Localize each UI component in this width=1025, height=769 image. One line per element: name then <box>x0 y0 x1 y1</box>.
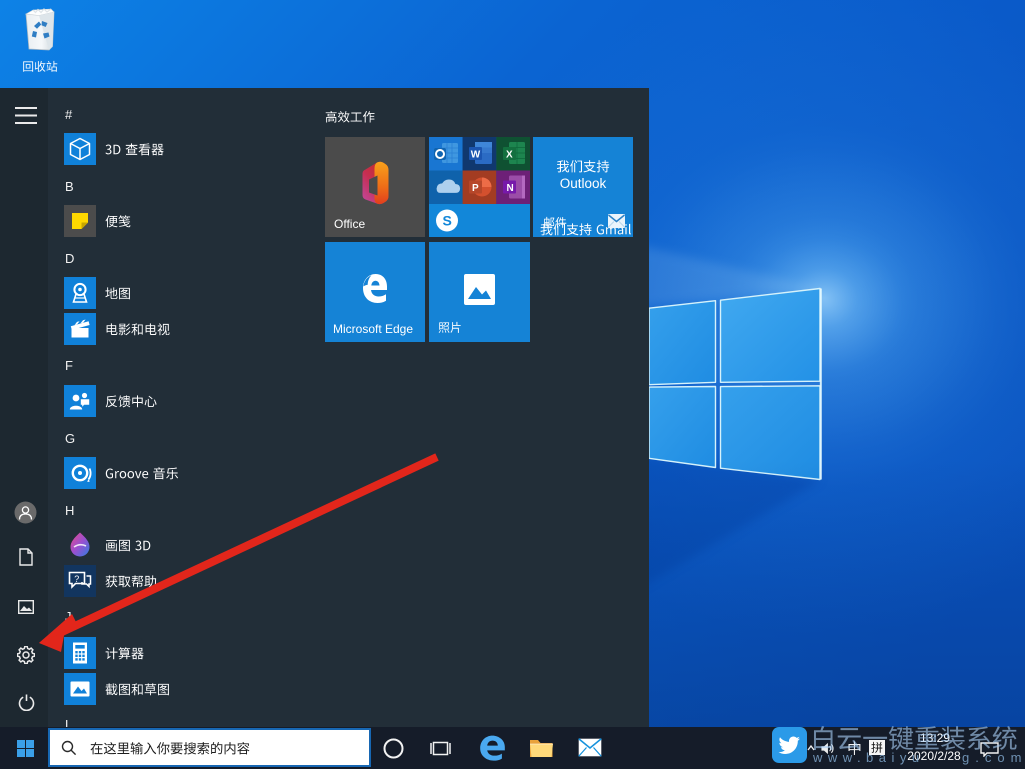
svg-text:?: ? <box>74 574 79 584</box>
svg-text:X: X <box>506 150 513 161</box>
svg-text:W: W <box>471 150 481 161</box>
svg-text:N: N <box>507 183 514 194</box>
svg-text:P: P <box>472 183 479 194</box>
svg-text:S: S <box>443 213 452 229</box>
